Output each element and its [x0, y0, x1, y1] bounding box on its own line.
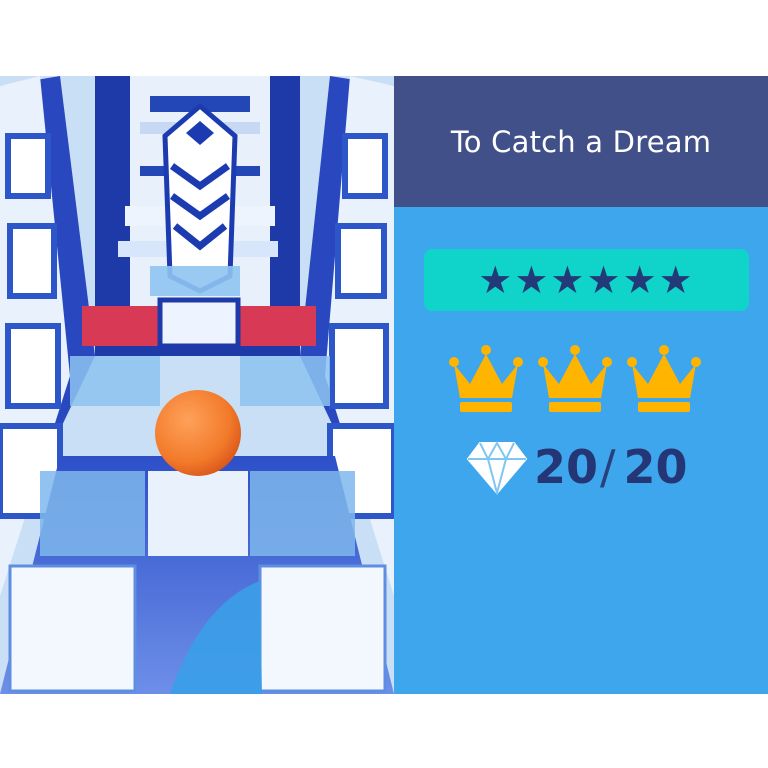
star-rating: ★★★★★★ — [478, 258, 695, 302]
level-title: To Catch a Dream — [450, 124, 712, 159]
tile-center — [157, 297, 241, 349]
game-viewport — [0, 76, 394, 694]
glass-tile — [40, 471, 145, 556]
level-result-panel: To Catch a Dream ★★★★★★ 20 / 20 — [394, 76, 768, 694]
gem-counter: 20 / 20 — [466, 432, 688, 502]
red-tile-right — [238, 306, 316, 346]
star-rating-bar: ★★★★★★ — [424, 249, 749, 311]
arrow-totem — [162, 102, 238, 294]
level-header: To Catch a Dream — [394, 76, 768, 207]
crown-icon — [627, 345, 701, 412]
crown-icon — [449, 345, 523, 412]
gems-total: 20 — [623, 440, 688, 494]
crown-icon — [538, 345, 612, 412]
diamond-icon — [466, 440, 528, 495]
path-tile — [148, 471, 248, 556]
white-tile — [258, 564, 387, 693]
glass-tile — [70, 356, 160, 406]
gems-collected: 20 — [534, 440, 599, 494]
level-scene — [0, 76, 394, 694]
gems-separator: / — [600, 440, 616, 494]
game-result-screen: To Catch a Dream ★★★★★★ 20 / 20 — [0, 76, 768, 694]
player-ball — [155, 390, 241, 476]
red-tile-left — [82, 306, 160, 346]
glass-tile — [240, 356, 330, 406]
white-tile — [8, 564, 137, 693]
glass-tile — [250, 471, 355, 556]
crown-row — [448, 340, 708, 420]
